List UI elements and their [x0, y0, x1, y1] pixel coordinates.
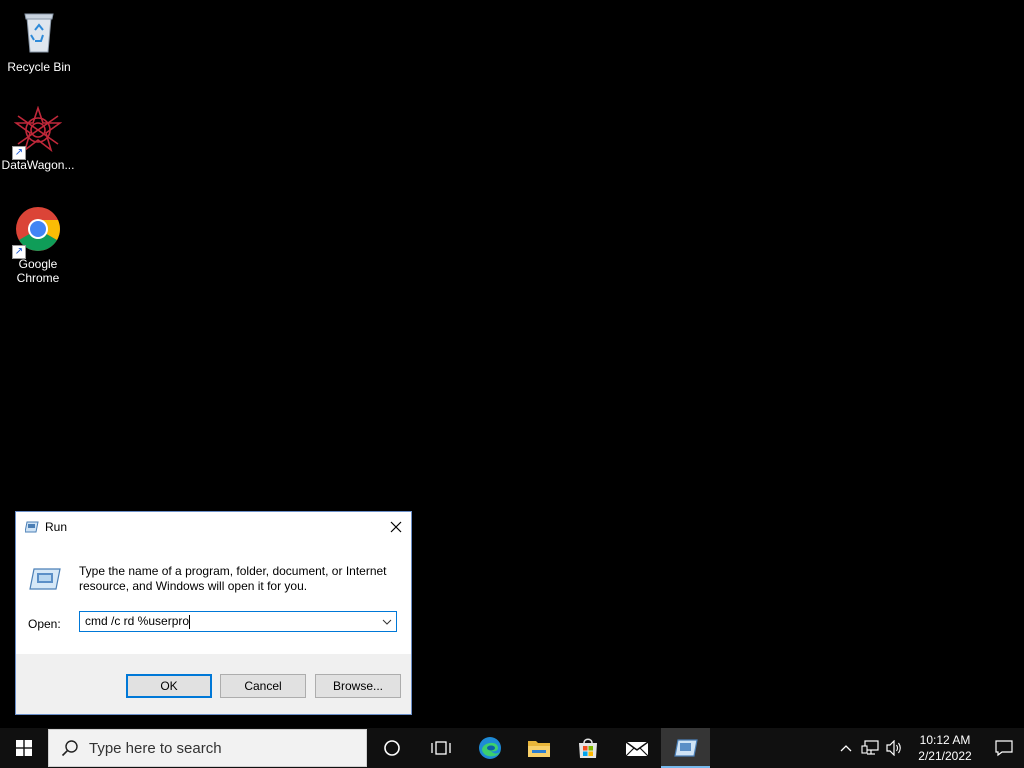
open-label: Open:	[28, 617, 61, 631]
cancel-button[interactable]: Cancel	[220, 674, 306, 698]
task-view-button[interactable]	[416, 728, 465, 768]
browse-button[interactable]: Browse...	[315, 674, 401, 698]
recycle-bin-icon	[15, 8, 63, 56]
store-icon	[578, 738, 597, 758]
desktop-icon-recycle-bin[interactable]: Recycle Bin	[1, 8, 77, 74]
chrome-icon: ↗	[12, 205, 62, 259]
dropdown-button[interactable]	[378, 612, 396, 631]
mail-icon	[625, 741, 648, 757]
open-input-value: cmd /c rd %userpro	[85, 614, 190, 629]
taskbar-edge[interactable]	[465, 728, 514, 768]
taskbar-file-explorer[interactable]	[514, 728, 563, 768]
open-combobox[interactable]: cmd /c rd %userpro	[79, 611, 397, 632]
system-tray: 10:12 AM 2/21/2022	[834, 728, 1024, 768]
search-placeholder: Type here to search	[89, 739, 222, 757]
desktop-icon-label: DataWagon...	[1, 158, 75, 172]
dialog-title: Run	[45, 520, 68, 534]
folder-icon	[527, 741, 550, 757]
dialog-titlebar[interactable]: Run	[16, 512, 411, 542]
text-caret	[189, 614, 191, 629]
network-button[interactable]	[858, 728, 882, 768]
notification-icon	[995, 740, 1013, 757]
clock-time: 10:12 AM	[919, 733, 971, 747]
search-icon	[61, 740, 78, 757]
start-button[interactable]	[0, 728, 48, 768]
close-icon	[390, 521, 402, 533]
shortcut-arrow-icon: ↗	[12, 245, 26, 259]
dialog-body: Type the name of a program, folder, docu…	[16, 542, 411, 654]
taskbar-store[interactable]	[563, 728, 612, 768]
close-button[interactable]	[381, 512, 411, 542]
clock[interactable]: 10:12 AM 2/21/2022	[910, 732, 980, 764]
chevron-down-icon	[382, 619, 392, 625]
run-dialog: Run Type the name of a program, folder, …	[15, 511, 412, 715]
shortcut-arrow-icon: ↗	[12, 146, 26, 160]
speaker-icon	[886, 740, 901, 756]
task-view-icon	[430, 741, 451, 755]
cortana-button[interactable]	[367, 728, 416, 768]
action-center-button[interactable]	[984, 728, 1024, 768]
ok-button[interactable]: OK	[126, 674, 212, 698]
taskbar-run[interactable]	[661, 728, 710, 768]
desktop-icon-label: Google Chrome	[16, 257, 60, 285]
run-program-icon	[29, 568, 61, 595]
taskbar: Type here to search 10:12 AM 2/21/2022	[0, 728, 1024, 768]
datawagon-icon: ↗	[12, 105, 63, 160]
cortana-circle-icon	[383, 740, 400, 756]
dialog-footer: OK Cancel Browse...	[16, 654, 411, 714]
taskbar-mail[interactable]	[612, 728, 661, 768]
desktop-icon-label: Recycle Bin	[7, 60, 71, 74]
taskbar-search-box[interactable]: Type here to search	[48, 729, 367, 767]
open-input-field[interactable]: cmd /c rd %userpro	[80, 614, 378, 629]
edge-icon	[478, 737, 501, 759]
show-hidden-icons-button[interactable]	[834, 728, 858, 768]
desktop-icon-datawagon[interactable]: ↗ DataWagon...	[0, 105, 76, 172]
chevron-up-icon	[840, 745, 852, 752]
network-icon	[861, 740, 879, 755]
volume-button[interactable]	[882, 728, 906, 768]
dialog-description: Type the name of a program, folder, docu…	[79, 564, 387, 593]
windows-logo-icon	[16, 740, 32, 756]
desktop-icon-google-chrome[interactable]: ↗ Google Chrome	[0, 205, 76, 285]
run-title-icon	[24, 520, 39, 538]
clock-date: 2/21/2022	[918, 749, 972, 763]
run-icon	[673, 739, 698, 757]
